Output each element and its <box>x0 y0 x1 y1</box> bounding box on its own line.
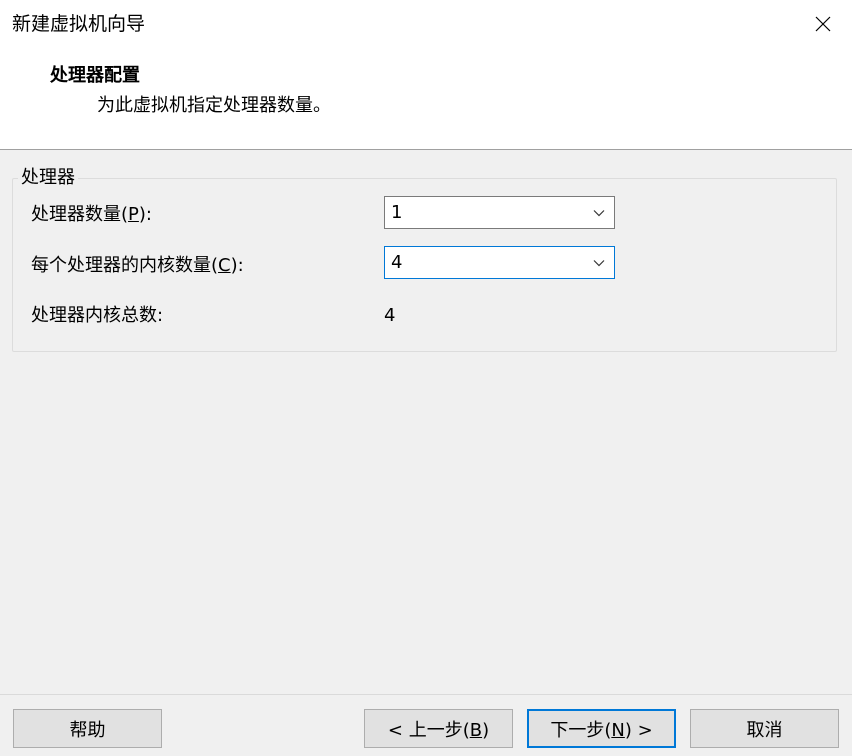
cores-per-processor-label: 每个处理器的内核数量(C): <box>31 254 244 278</box>
footer-divider <box>0 694 852 695</box>
next-button-text: 下一步( <box>550 719 612 741</box>
processor-count-label-end: ): <box>138 204 152 225</box>
cores-per-processor-label-text: 每个处理器的内核数量( <box>31 255 219 276</box>
cancel-button[interactable]: 取消 <box>690 709 839 748</box>
cancel-button-label: 取消 <box>746 719 783 741</box>
close-icon <box>815 16 831 32</box>
processor-count-value: 1 <box>391 201 403 223</box>
window-title: 新建虚拟机向导 <box>12 13 146 35</box>
processor-count-label-text: 处理器数量( <box>31 204 129 225</box>
total-cores-label: 处理器内核总数: <box>31 305 164 326</box>
cores-per-processor-value: 4 <box>391 251 403 273</box>
chevron-down-icon <box>584 197 614 228</box>
next-button[interactable]: 下一步(N) > <box>527 709 676 748</box>
processor-group-legend: 处理器 <box>18 167 78 189</box>
processor-count-select[interactable]: 1 <box>384 196 615 229</box>
back-button-mnemonic: B <box>469 719 483 741</box>
next-button-mnemonic: N <box>611 719 625 741</box>
new-vm-wizard-dialog: 新建虚拟机向导 处理器配置 为此虚拟机指定处理器数量。 处理器 处理器数量(P)… <box>0 0 852 756</box>
cores-per-processor-select[interactable]: 4 <box>384 246 615 279</box>
close-button[interactable] <box>804 8 842 40</box>
cores-per-processor-label-end: ): <box>230 255 244 276</box>
processor-count-mnemonic: P <box>128 204 139 225</box>
back-button-text: < 上一步( <box>387 719 470 741</box>
wizard-header: 新建虚拟机向导 处理器配置 为此虚拟机指定处理器数量。 <box>0 0 852 150</box>
chevron-down-icon <box>584 247 614 278</box>
page-heading: 处理器配置 <box>50 65 140 86</box>
next-button-text-end: ) > <box>624 719 653 741</box>
processor-count-label: 处理器数量(P): <box>31 203 152 227</box>
help-button-label: 帮助 <box>69 719 106 741</box>
back-button-label: < 上一步(B) <box>388 716 489 742</box>
next-button-label: 下一步(N) > <box>550 716 652 742</box>
page-subtitle: 为此虚拟机指定处理器数量。 <box>97 95 331 116</box>
cores-per-processor-mnemonic: C <box>218 255 231 276</box>
back-button-text-end: ) <box>482 719 490 741</box>
back-button[interactable]: < 上一步(B) <box>364 709 513 748</box>
help-button[interactable]: 帮助 <box>13 709 162 748</box>
total-cores-value: 4 <box>384 305 396 326</box>
